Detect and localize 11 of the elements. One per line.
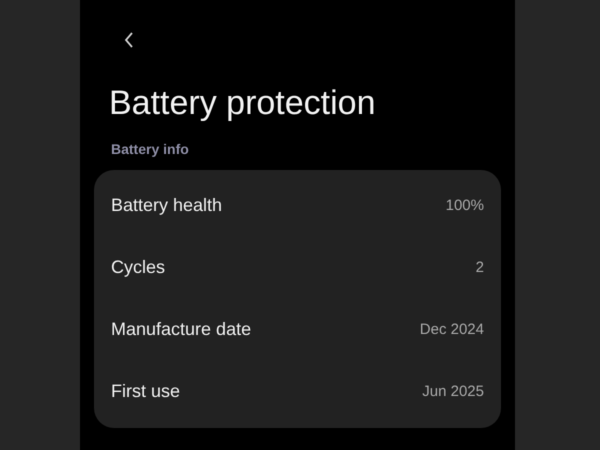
info-value: 2 xyxy=(476,258,484,276)
page-title: Battery protection xyxy=(109,83,376,123)
section-label: Battery info xyxy=(111,140,190,158)
info-value: Jun 2025 xyxy=(422,382,484,400)
info-value: Dec 2024 xyxy=(420,320,484,338)
info-label: Manufacture date xyxy=(111,318,252,340)
info-label: First use xyxy=(111,380,180,402)
info-value: 100% xyxy=(446,196,484,214)
info-label: Battery health xyxy=(111,194,222,216)
info-label: Cycles xyxy=(111,256,166,278)
back-icon[interactable] xyxy=(124,32,134,48)
